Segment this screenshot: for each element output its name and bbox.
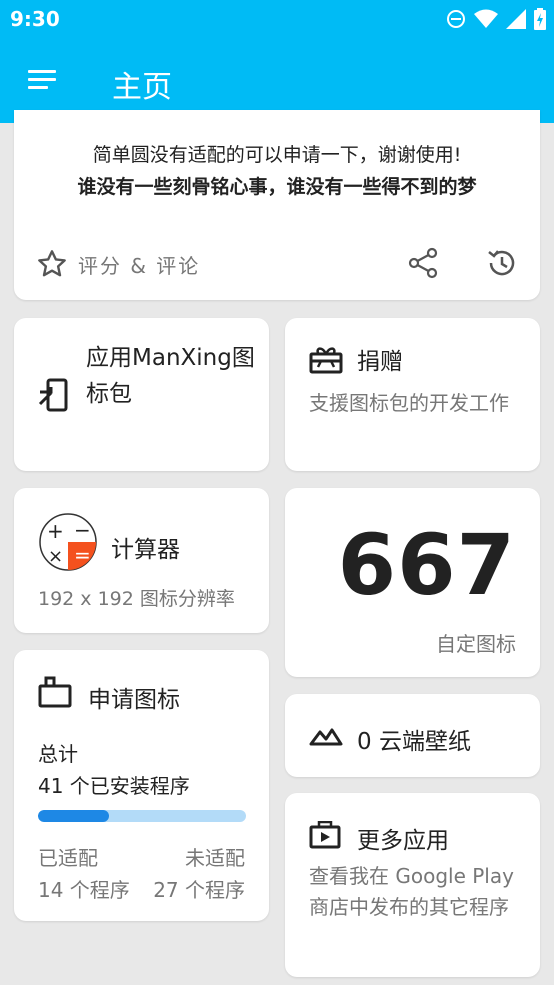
wifi-icon — [474, 9, 498, 28]
custom-icons-count-card[interactable]: 667 自定图标 — [285, 488, 540, 677]
page-title: 主页 — [112, 70, 172, 105]
battery-charging-icon — [534, 8, 546, 30]
apply-icon — [38, 378, 68, 412]
svg-text:+: + — [47, 519, 64, 543]
menu-icon[interactable] — [28, 68, 58, 92]
svg-text:=: = — [74, 543, 91, 567]
themed-label: 已适配 — [38, 846, 98, 870]
cloud-wallpapers-card[interactable]: 0 云端壁纸 — [285, 694, 540, 777]
donate-card[interactable]: 捐赠 支援图标包的开发工作 — [285, 318, 540, 471]
status-icons — [446, 8, 546, 30]
cloud-wallpapers-title: 0 云端壁纸 — [357, 729, 471, 755]
unthemed-label: 未适配 — [185, 846, 245, 870]
calculator-subtitle: 192 x 192 图标分辨率 — [38, 588, 235, 610]
star-icon — [38, 250, 66, 277]
request-title: 申请图标 — [88, 687, 180, 713]
apply-label: 应用ManXing图标包 — [86, 345, 255, 407]
themed-value: 14 个程序 — [38, 878, 130, 902]
landscape-icon — [309, 728, 343, 746]
history-icon[interactable] — [484, 246, 518, 280]
intro-line-1: 简单圆没有适配的可以申请一下，谢谢使用! — [92, 144, 462, 166]
more-apps-title: 更多应用 — [357, 828, 449, 854]
more-apps-subtitle: 查看我在 Google Play 商店中发布的其它程序 — [309, 864, 514, 919]
request-icons-card[interactable]: 申请图标 总计 41 个已安装程序 已适配 14 个程序 未适配 27 个程序 — [14, 650, 269, 921]
more-apps-card[interactable]: 更多应用 查看我在 Google Play 商店中发布的其它程序 — [285, 793, 540, 977]
share-icon[interactable] — [406, 246, 440, 280]
intro-card: 简单圆没有适配的可以申请一下，谢谢使用! 谁没有一些刻骨铭心事，谁没有一些得不到… — [14, 110, 540, 300]
calculator-card[interactable]: + − × = 计算器 192 x 192 图标分辨率 — [14, 488, 269, 633]
svg-text:−: − — [74, 518, 91, 542]
total-value: 41 个已安装程序 — [38, 774, 190, 798]
calculator-title: 计算器 — [111, 537, 180, 563]
calculator-icon: + − × = — [39, 513, 97, 571]
gift-icon — [309, 347, 343, 374]
themed-progress-fill — [38, 810, 109, 822]
donate-subtitle: 支援图标包的开发工作 — [309, 391, 509, 415]
apply-icon-pack-card[interactable]: 应用ManXing图标包 — [14, 318, 269, 471]
unthemed-value: 27 个程序 — [153, 878, 245, 902]
rate-review-button[interactable]: 评分 & 评论 — [36, 248, 200, 280]
status-bar: 9:30 — [0, 0, 554, 38]
themed-progress-bar — [38, 810, 246, 822]
custom-icons-count: 667 — [337, 516, 516, 614]
status-time: 9:30 — [10, 7, 60, 31]
do-not-disturb-icon — [447, 10, 465, 28]
svg-text:×: × — [48, 546, 63, 567]
rate-review-label: 评分 & 评论 — [78, 253, 201, 278]
play-store-icon — [309, 821, 341, 849]
signal-icon — [506, 9, 526, 29]
intro-line-2: 谁没有一些刻骨铭心事，谁没有一些得不到的梦 — [77, 176, 477, 198]
request-icon — [38, 676, 72, 708]
donate-title: 捐赠 — [357, 349, 403, 375]
total-label: 总计 — [38, 742, 78, 766]
custom-icons-label: 自定图标 — [436, 632, 516, 656]
